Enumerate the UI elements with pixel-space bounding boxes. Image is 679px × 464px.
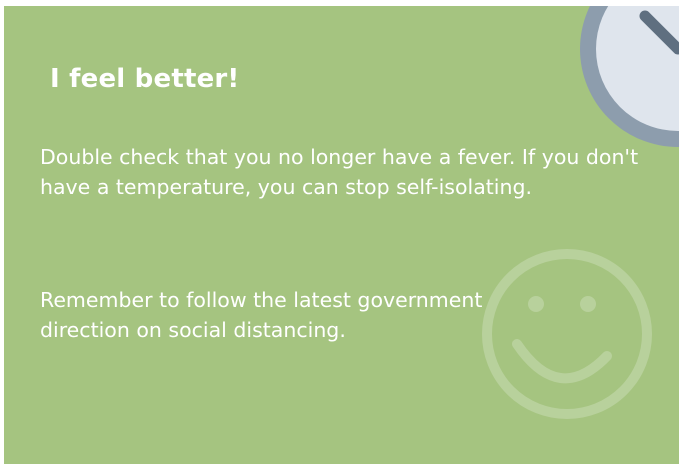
fever-check-paragraph: Double check that you no longer have a f… bbox=[40, 145, 639, 199]
card-title: I feel better! bbox=[50, 64, 240, 94]
clock-icon bbox=[580, 6, 679, 147]
social-distancing-paragraph: Remember to follow the latest government… bbox=[40, 288, 483, 342]
info-card: I feel better! Double check that you no … bbox=[4, 6, 679, 464]
